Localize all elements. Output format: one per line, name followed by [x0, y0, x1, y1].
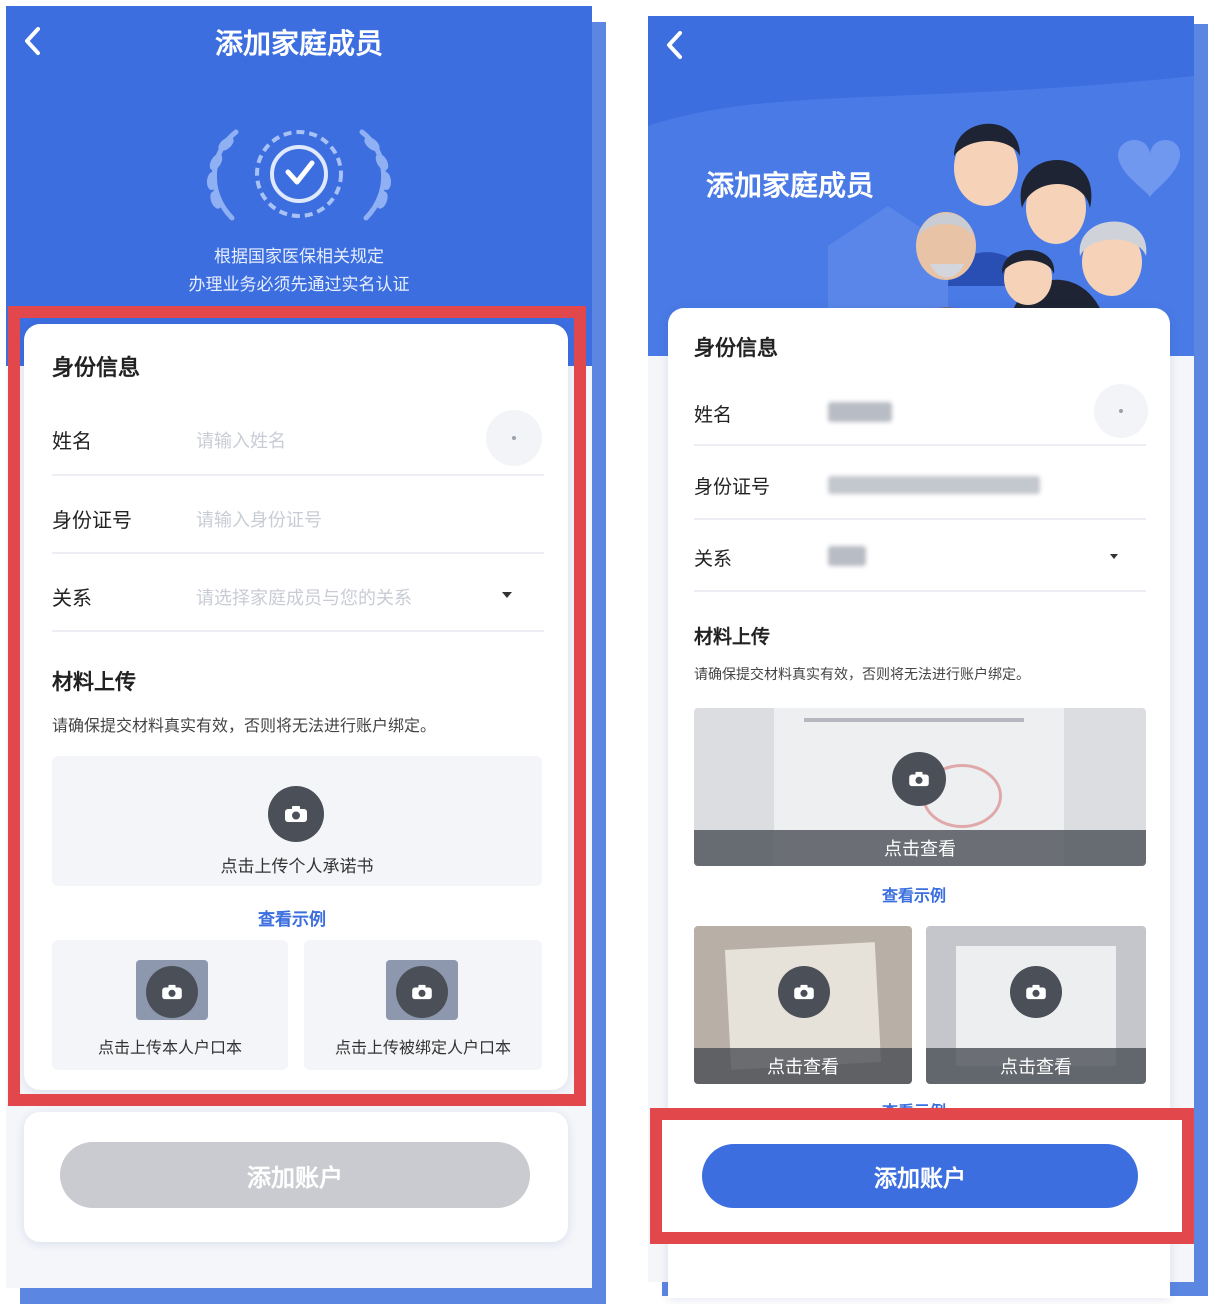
divider	[694, 444, 1146, 446]
page-title: 添加家庭成员	[214, 27, 383, 60]
notice-line-1: 根据国家医保相关规定	[214, 247, 384, 267]
left-phone-shadow	[590, 22, 606, 1304]
scan-id-icon	[1119, 409, 1123, 413]
id-number-label: 身份证号	[694, 476, 771, 498]
view-bar: 点击查看	[694, 1048, 912, 1084]
name-label: 姓名	[694, 404, 733, 426]
document-line	[804, 718, 1024, 722]
relation-label: 关系	[694, 548, 733, 570]
relation-value-redacted[interactable]	[828, 546, 866, 566]
name-value-redacted[interactable]	[828, 402, 892, 422]
header-title: 添加家庭成员	[706, 169, 875, 202]
scan-id-button[interactable]	[1094, 384, 1148, 438]
divider	[694, 518, 1146, 520]
left-phone-shadow-bottom	[20, 1288, 606, 1304]
identity-section-title: 身份信息	[694, 336, 778, 360]
material-section-title: 材料上传	[694, 626, 771, 648]
camera-icon	[778, 966, 830, 1018]
view-bar: 点击查看	[926, 1048, 1146, 1084]
add-account-button-disabled[interactable]: 添加账户	[60, 1142, 530, 1208]
verified-badge-icon	[206, 129, 392, 221]
camera-icon	[892, 752, 946, 806]
view-example-link[interactable]: 查看示例	[882, 882, 946, 906]
right-phone-shadow	[1192, 24, 1208, 1284]
material-hint: 请确保提交材料真实有效，否则将无法进行账户绑定。	[694, 667, 1030, 683]
id-number-value-redacted[interactable]	[828, 476, 1040, 494]
highlight-frame	[8, 306, 586, 1106]
view-bar: 点击查看	[694, 830, 1146, 866]
notice-line-2: 办理业务必须先通过实名认证	[188, 275, 410, 295]
highlight-frame	[650, 1108, 1194, 1244]
dropdown-arrow-icon[interactable]	[1108, 552, 1120, 561]
back-icon[interactable]	[664, 30, 686, 60]
camera-icon	[1010, 966, 1062, 1018]
divider	[694, 590, 1146, 592]
